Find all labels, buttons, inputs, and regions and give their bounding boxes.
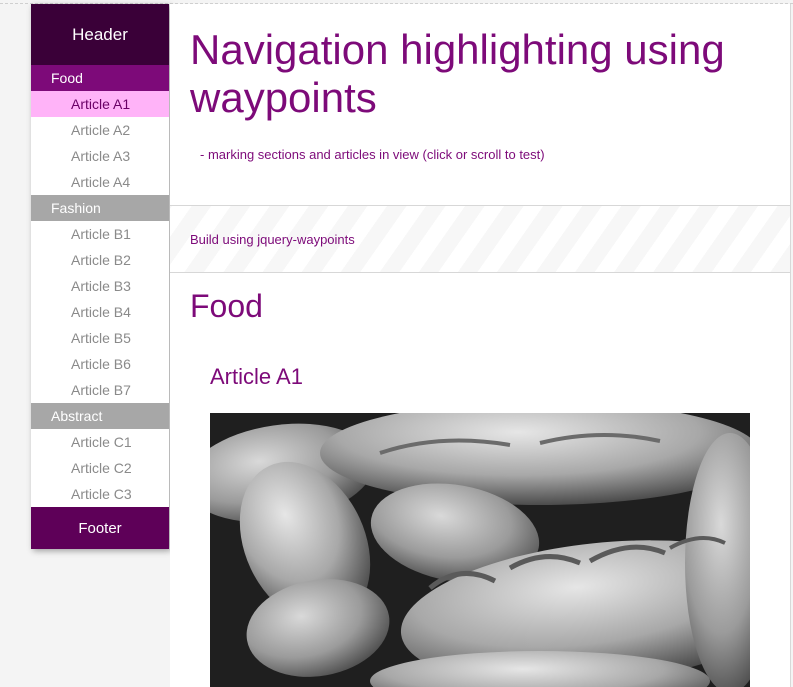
page-title: Navigation highlighting using waypoints [190, 26, 725, 121]
sidebar-list: Food Article A1 Article A2 Article A3 Articl… [31, 65, 169, 507]
sidebar-item-article-b1[interactable]: Article B1 [31, 221, 169, 247]
sidebar-item-article-c3[interactable]: Article C3 [31, 481, 169, 507]
sidebar-footer: Footer [31, 507, 169, 549]
bread-photo-image [210, 413, 750, 687]
section-title-food: Food [190, 288, 263, 324]
sidebar-item-article-a2[interactable]: Article A2 [31, 117, 169, 143]
sidebar-header: Header [31, 4, 169, 65]
page-subtitle: - marking sections and articles in view … [200, 147, 545, 162]
sidebar-section-fashion[interactable]: Fashion [31, 195, 169, 221]
bread-photo-icon [210, 413, 750, 687]
right-edge-line [790, 4, 791, 687]
sidebar-item-article-b6[interactable]: Article B6 [31, 351, 169, 377]
sidebar-item-article-b7[interactable]: Article B7 [31, 377, 169, 403]
article-title-a1: Article A1 [210, 364, 303, 389]
sidebar-item-article-a4[interactable]: Article A4 [31, 169, 169, 195]
jquery-waypoints-link[interactable]: Build using jquery-waypoints [190, 232, 355, 247]
sidebar-item-article-b4[interactable]: Article B4 [31, 299, 169, 325]
sidebar-item-article-c2[interactable]: Article C2 [31, 455, 169, 481]
sidebar-section-abstract[interactable]: Abstract [31, 403, 169, 429]
sidebar-item-article-b2[interactable]: Article B2 [31, 247, 169, 273]
sidebar-item-article-a3[interactable]: Article A3 [31, 143, 169, 169]
build-info-band: Build using jquery-waypoints [170, 205, 790, 273]
sidebar-nav: Header Food Article A1 Article A2 Article A… [31, 4, 169, 549]
main-content: Navigation highlighting using waypoints … [170, 4, 790, 687]
sidebar-item-article-b3[interactable]: Article B3 [31, 273, 169, 299]
sidebar-item-article-a1[interactable]: Article A1 [31, 91, 169, 117]
sidebar-item-article-b5[interactable]: Article B5 [31, 325, 169, 351]
sidebar-item-article-c1[interactable]: Article C1 [31, 429, 169, 455]
sidebar-section-food[interactable]: Food [31, 65, 169, 91]
